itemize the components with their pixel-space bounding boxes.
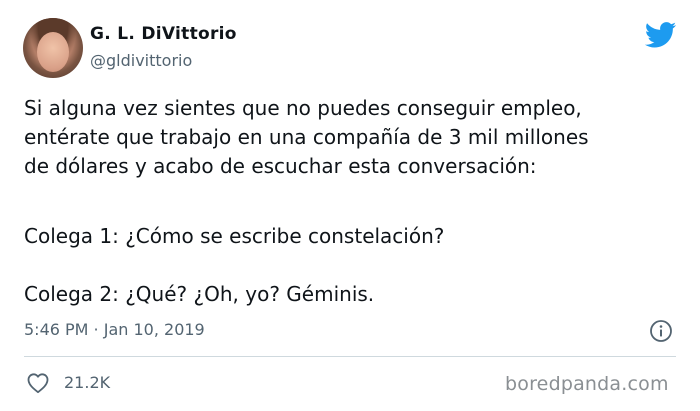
author-handle[interactable]: @gldivittorio	[90, 51, 192, 70]
tweet-text-line-colleague1: Colega 1: ¿Cómo se escribe constelación?	[24, 224, 445, 248]
tweet-text-intro: Si alguna vez sientes que no puedes cons…	[24, 96, 589, 178]
info-icon[interactable]	[649, 319, 673, 343]
author-name[interactable]: G. L. DiVittorio	[90, 24, 237, 44]
watermark: boredpanda.com	[505, 373, 669, 395]
tweet-card: G. L. DiVittorio @gldivittorio Si alguna…	[0, 0, 700, 411]
divider	[24, 356, 676, 357]
twitter-bird-icon[interactable]	[645, 22, 677, 48]
tweet-text-line-colleague2: Colega 2: ¿Qué? ¿Oh, yo? Géminis.	[24, 282, 375, 306]
avatar[interactable]	[23, 18, 83, 78]
tweet-timestamp[interactable]: 5:46 PM · Jan 10, 2019	[24, 320, 205, 339]
avatar-face	[37, 32, 69, 72]
heart-icon[interactable]	[26, 372, 50, 394]
like-count[interactable]: 21.2K	[64, 373, 110, 392]
